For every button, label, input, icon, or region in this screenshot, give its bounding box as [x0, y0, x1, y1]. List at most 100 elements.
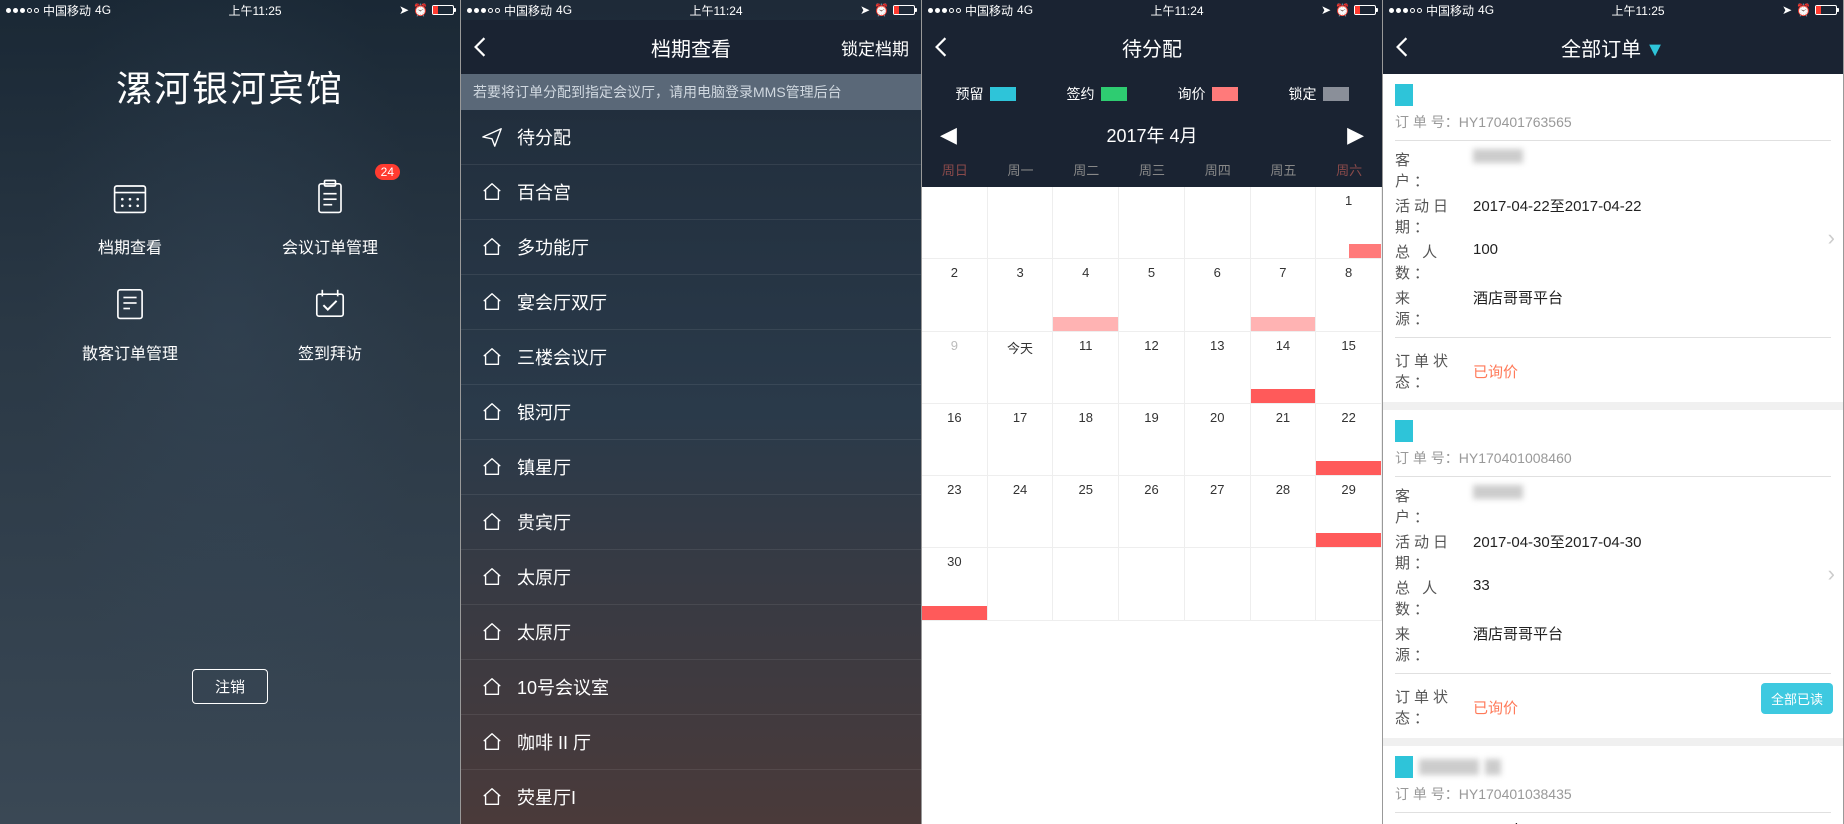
note-icon	[105, 278, 155, 328]
calendar-cell[interactable]	[1316, 548, 1382, 620]
calendar-cell[interactable]: 1	[1316, 187, 1382, 259]
room-item[interactable]: 多功能厅	[461, 220, 921, 275]
calendar-cell[interactable]	[988, 548, 1054, 620]
calendar-cell[interactable]: 24	[988, 476, 1054, 548]
back-button[interactable]	[934, 36, 948, 58]
calendar-cell[interactable]: 12	[1119, 332, 1185, 404]
calendar-cell[interactable]: 19	[1119, 404, 1185, 476]
day-number: 4	[1082, 265, 1089, 280]
logout-button[interactable]: 注销	[192, 669, 268, 704]
event-bar	[1053, 317, 1118, 331]
calendar-cell[interactable]: 21	[1251, 404, 1317, 476]
calendar-cell[interactable]: 20	[1185, 404, 1251, 476]
calendar-cell[interactable]: 27	[1185, 476, 1251, 548]
calendar-cell[interactable]	[1185, 187, 1251, 259]
room-item[interactable]: 银河厅	[461, 385, 921, 440]
room-item[interactable]: 荧星厅I	[461, 770, 921, 824]
status-bar: 中国移动4G 上午11:24 ➤⏰	[922, 0, 1382, 20]
back-button[interactable]	[473, 36, 487, 58]
room-item[interactable]: 百合宫	[461, 165, 921, 220]
calendar-cell[interactable]: 9	[922, 332, 988, 404]
calendar-cell[interactable]: 29	[1316, 476, 1382, 548]
home-icon	[481, 786, 503, 808]
calendar-cell[interactable]: 8	[1316, 259, 1382, 331]
home-item-label: 散客订单管理	[82, 340, 178, 364]
room-item[interactable]: 咖啡 II 厅	[461, 715, 921, 770]
order-number: 订 单 号：HY170401008460	[1395, 448, 1831, 468]
calendar-cell[interactable]	[1119, 548, 1185, 620]
calendar-cell[interactable]: 18	[1053, 404, 1119, 476]
calendar-cell[interactable]: 3	[988, 259, 1054, 331]
lock-schedule-button[interactable]: 锁定档期	[841, 35, 909, 60]
home-item-0[interactable]: 档期查看	[40, 172, 220, 258]
calendar-cell[interactable]: 5	[1119, 259, 1185, 331]
room-label: 贵宾厅	[517, 509, 571, 535]
calendar-cell[interactable]: 25	[1053, 476, 1119, 548]
room-item[interactable]: 太原厅	[461, 605, 921, 660]
calendar-cell[interactable]: 22	[1316, 404, 1382, 476]
calendar-cell[interactable]: 15	[1316, 332, 1382, 404]
calendar-cell[interactable]: 今天	[988, 332, 1054, 404]
label-source: 来 源：	[1395, 623, 1473, 665]
label-customer: 客 户：	[1395, 149, 1473, 191]
calendar-cell[interactable]: 6	[1185, 259, 1251, 331]
calendar-cell[interactable]	[1053, 548, 1119, 620]
day-number: 1	[1345, 193, 1352, 208]
calendar-grid: 123456789今天11121314151617181920212223242…	[922, 187, 1382, 621]
home-icon	[481, 676, 503, 698]
calendar-cell[interactable]: 26	[1119, 476, 1185, 548]
order-badge-icon	[1395, 84, 1413, 106]
room-item[interactable]: 镇星厅	[461, 440, 921, 495]
nav-title-dropdown[interactable]: 全部订单▼	[1561, 33, 1665, 62]
battery-icon	[432, 5, 454, 15]
room-item[interactable]: 三楼会议厅	[461, 330, 921, 385]
calendar-cell[interactable]	[1119, 187, 1185, 259]
calendar-cell[interactable]: 23	[922, 476, 988, 548]
calendar-cell[interactable]	[922, 187, 988, 259]
home-icon	[481, 401, 503, 423]
calendar-cell[interactable]: 13	[1185, 332, 1251, 404]
calendar-cell[interactable]: 28	[1251, 476, 1317, 548]
calendar-cell[interactable]	[1185, 548, 1251, 620]
room-item[interactable]: 宴会厅双厅	[461, 275, 921, 330]
calendar-cell[interactable]	[988, 187, 1054, 259]
room-item[interactable]: 待分配	[461, 110, 921, 165]
calendar-cell[interactable]	[1251, 548, 1317, 620]
calendar-cell[interactable]: 11	[1053, 332, 1119, 404]
home-item-label: 会议订单管理	[282, 234, 378, 258]
day-number: 22	[1341, 410, 1355, 425]
location-icon: ➤	[1782, 3, 1792, 17]
home-item-2[interactable]: 散客订单管理	[40, 278, 220, 364]
calendar-cell[interactable]: 7	[1251, 259, 1317, 331]
home-icon	[481, 236, 503, 258]
order-card[interactable]: xxxx x 订 单 号：HY170401038435 客 户：novartis…	[1383, 746, 1843, 824]
home-item-3[interactable]: 签到拜访	[240, 278, 420, 364]
room-label: 银河厅	[517, 399, 571, 425]
room-item[interactable]: 10号会议室	[461, 660, 921, 715]
calendar-cell[interactable]: 30	[922, 548, 988, 620]
room-item[interactable]: 太原厅	[461, 550, 921, 605]
room-label: 待分配	[517, 124, 571, 150]
order-card[interactable]: 订 单 号：HY170401763565 客 户：xxxx 活动日期：2017-…	[1383, 74, 1843, 402]
room-label: 荧星厅I	[517, 784, 576, 810]
home-icon	[481, 731, 503, 753]
calendar-cell[interactable]: 4	[1053, 259, 1119, 331]
room-label: 太原厅	[517, 619, 571, 645]
next-month-button[interactable]: ▶	[1347, 122, 1364, 148]
day-number: 9	[951, 338, 958, 353]
calendar-cell[interactable]: 16	[922, 404, 988, 476]
calendar-cell[interactable]: 14	[1251, 332, 1317, 404]
back-button[interactable]	[1395, 36, 1409, 58]
calendar-cell[interactable]	[1251, 187, 1317, 259]
legend-label: 锁定	[1289, 84, 1317, 104]
calendar-cell[interactable]: 2	[922, 259, 988, 331]
mark-all-read-button[interactable]: 全部已读	[1761, 683, 1833, 714]
badge: 24	[375, 164, 400, 180]
prev-month-button[interactable]: ◀	[940, 122, 957, 148]
day-number: 6	[1214, 265, 1221, 280]
home-item-1[interactable]: 会议订单管理24	[240, 172, 420, 258]
calendar-cell[interactable]: 17	[988, 404, 1054, 476]
calendar-cell[interactable]	[1053, 187, 1119, 259]
room-item[interactable]: 贵宾厅	[461, 495, 921, 550]
chevron-right-icon: ›	[1828, 225, 1835, 251]
